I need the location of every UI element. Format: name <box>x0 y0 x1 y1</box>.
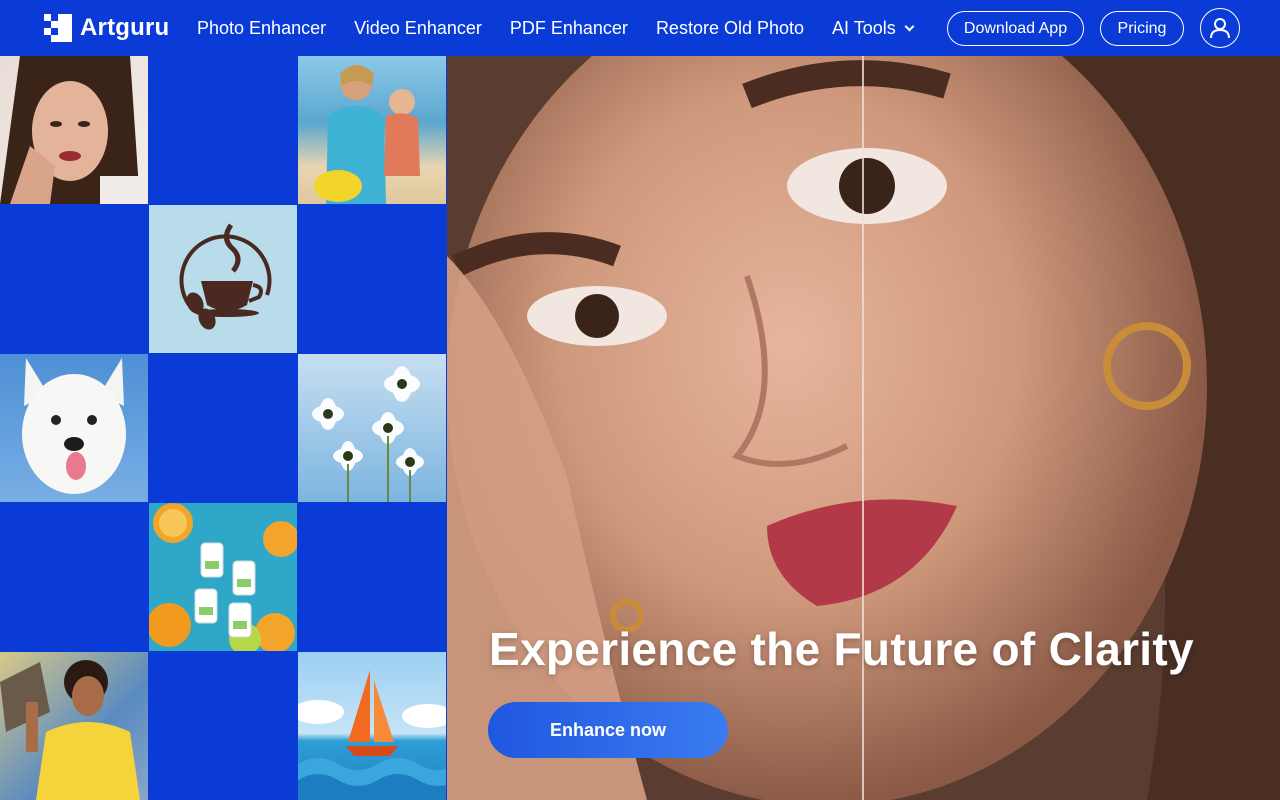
mosaic-tile-skateboarder <box>0 652 148 800</box>
nav-ai-tools-label: AI Tools <box>832 17 896 38</box>
user-account-button[interactable] <box>1200 8 1240 48</box>
chevron-down-icon <box>904 21 915 31</box>
coffee-logo-image <box>179 223 272 330</box>
main-nav: Photo Enhancer Video Enhancer PDF Enhanc… <box>197 0 915 56</box>
brand-name: Artguru <box>80 14 170 41</box>
mosaic-tile-nail-polish <box>149 503 297 651</box>
hero-before-after[interactable] <box>447 56 1280 800</box>
flowers-image <box>312 366 424 502</box>
brand-logo[interactable]: Artguru <box>44 14 169 42</box>
enhance-now-button[interactable]: Enhance now <box>488 702 728 758</box>
nav-pdf-enhancer[interactable]: PDF Enhancer <box>510 18 628 39</box>
mosaic-tile-beach <box>298 56 446 204</box>
sample-image-mosaic <box>0 56 447 800</box>
nav-video-enhancer[interactable]: Video Enhancer <box>354 18 482 39</box>
portrait-image <box>0 56 148 204</box>
hero-portrait-image <box>447 56 1280 800</box>
mosaic-tile-coffee-logo <box>149 205 297 353</box>
sailboat-image <box>298 670 446 800</box>
hero-title: Experience the Future of Clarity <box>489 623 1194 675</box>
beach-family-image <box>314 65 420 204</box>
mosaic-tile-sailboat <box>298 652 446 800</box>
nav-photo-enhancer[interactable]: Photo Enhancer <box>197 18 326 39</box>
nav-restore-old-photo[interactable]: Restore Old Photo <box>656 18 804 39</box>
top-navbar: Artguru Photo Enhancer Video Enhancer PD… <box>0 0 1280 56</box>
pricing-button[interactable]: Pricing <box>1100 11 1184 46</box>
nail-polish-image <box>149 503 297 651</box>
skateboarder-image <box>0 660 140 800</box>
pixel-grid-icon <box>44 14 72 42</box>
mosaic-tile-flowers <box>298 354 446 502</box>
user-icon <box>1210 18 1230 39</box>
mosaic-tile-dog <box>0 354 148 502</box>
mosaic-tile-portrait <box>0 56 148 204</box>
nav-ai-tools[interactable]: AI Tools <box>832 17 915 39</box>
white-dog-image <box>22 358 126 494</box>
download-app-button[interactable]: Download App <box>947 11 1084 46</box>
